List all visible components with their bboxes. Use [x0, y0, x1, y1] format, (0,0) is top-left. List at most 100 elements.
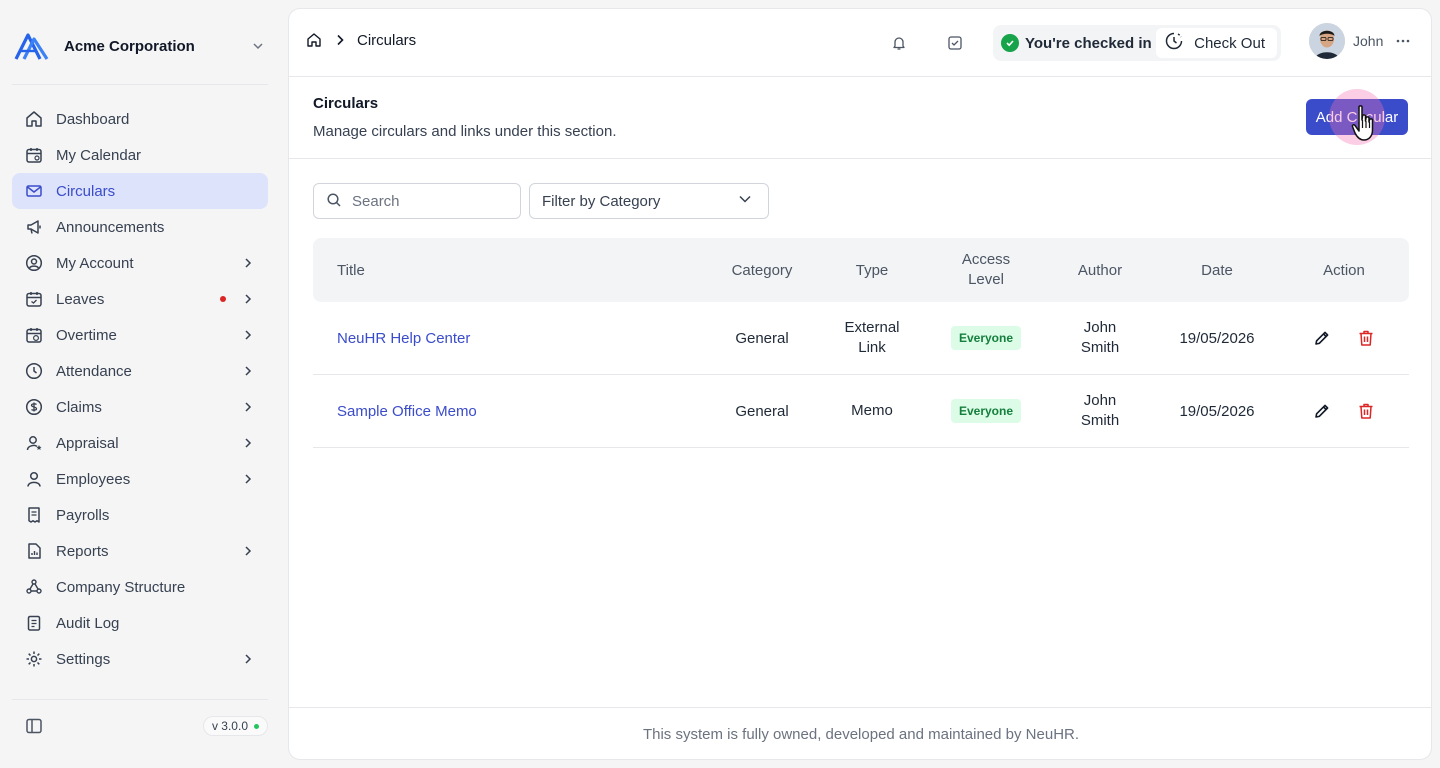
- acme-logo-icon: [12, 26, 52, 66]
- sidebar-divider: [12, 84, 268, 85]
- clipboard-list-icon: [24, 613, 44, 633]
- edit-pencil-icon[interactable]: [1312, 401, 1332, 421]
- user-icon: [24, 469, 44, 489]
- sidebar-item-label: Payrolls: [56, 506, 110, 524]
- type-line2: Link: [858, 339, 886, 356]
- search-icon: [326, 192, 342, 211]
- header-author[interactable]: Author: [1045, 262, 1155, 279]
- circular-title-link[interactable]: Sample Office Memo: [337, 403, 477, 420]
- sidebar-item-overtime[interactable]: Overtime: [12, 317, 268, 353]
- breadcrumb-current: Circulars: [357, 31, 417, 49]
- header-type[interactable]: Type: [817, 262, 927, 279]
- sidebar-item-audit-log[interactable]: Audit Log: [12, 605, 268, 641]
- category-filter-select[interactable]: Filter by Category: [529, 183, 769, 219]
- bell-icon[interactable]: [889, 33, 909, 53]
- sidebar-divider: [12, 699, 268, 700]
- category-cell: General: [735, 402, 789, 420]
- delete-trash-icon[interactable]: [1356, 401, 1376, 421]
- sidebar-item-settings[interactable]: Settings: [12, 641, 268, 677]
- search-input[interactable]: [352, 192, 502, 210]
- sidebar-item-circulars[interactable]: Circulars: [12, 173, 268, 209]
- chevron-down-icon: [738, 192, 752, 210]
- delete-trash-icon[interactable]: [1356, 328, 1376, 348]
- search-box: [313, 183, 521, 219]
- file-chart-icon: [24, 541, 44, 561]
- sidebar-footer: v 3.0.0: [12, 708, 268, 744]
- type-line1: Memo: [851, 402, 893, 419]
- category-filter-label: Filter by Category: [542, 192, 661, 210]
- header-title[interactable]: Title: [313, 262, 707, 279]
- table-row: Sample Office Memo General Memo Everyone…: [313, 375, 1409, 448]
- sidebar-item-label: Overtime: [56, 326, 117, 344]
- category-cell: General: [735, 329, 789, 347]
- sidebar-item-payrolls[interactable]: Payrolls: [12, 497, 268, 533]
- sidebar-item-label: Claims: [56, 398, 102, 416]
- gear-icon: [24, 649, 44, 669]
- sidebar-item-claims[interactable]: Claims: [12, 389, 268, 425]
- access-badge: Everyone: [950, 399, 1022, 423]
- calendar-icon: [24, 145, 44, 165]
- chevron-right-icon: [331, 31, 349, 49]
- date-cell: 19/05/2026: [1179, 402, 1255, 420]
- sidebar: Acme Corporation Dashboard My Calendar C…: [0, 0, 280, 768]
- header-access-line2: Level: [968, 271, 1004, 288]
- add-circular-button[interactable]: Add Circular: [1306, 99, 1408, 135]
- breadcrumb: Circulars: [305, 31, 416, 49]
- action-cell: [1279, 401, 1409, 421]
- attendance-status: You're checked in Check Out: [993, 25, 1281, 61]
- header-date[interactable]: Date: [1155, 262, 1279, 279]
- calendar-clock-icon: [24, 325, 44, 345]
- sidebar-item-company-structure[interactable]: Company Structure: [12, 569, 268, 605]
- check-out-button[interactable]: Check Out: [1156, 28, 1277, 58]
- chevron-right-icon: [240, 327, 256, 343]
- chevron-right-icon: [240, 363, 256, 379]
- notification-dot: [220, 296, 226, 302]
- sidebar-item-label: Leaves: [56, 290, 105, 308]
- sidebar-item-employees[interactable]: Employees: [12, 461, 268, 497]
- page-subtitle: Manage circulars and links under this se…: [313, 123, 617, 140]
- main-panel: Circulars You're checked in Check Out Jo…: [288, 8, 1432, 760]
- sidebar-item-label: Company Structure: [56, 578, 186, 596]
- sidebar-item-my-calendar[interactable]: My Calendar: [12, 137, 268, 173]
- header-category[interactable]: Category: [707, 262, 817, 279]
- clock-icon: [24, 361, 44, 381]
- sidebar-item-label: Dashboard: [56, 110, 130, 128]
- sidebar-item-announcements[interactable]: Announcements: [12, 209, 268, 245]
- page-header: Circulars Manage circulars and links und…: [289, 77, 1431, 159]
- version-text: v 3.0.0: [211, 719, 248, 733]
- sidebar-item-appraisal[interactable]: Appraisal: [12, 425, 268, 461]
- access-cell: Everyone: [927, 326, 1045, 350]
- sidebar-item-label: Attendance: [56, 362, 132, 380]
- chevron-down-icon: [248, 36, 268, 56]
- more-horizontal-icon[interactable]: [1393, 31, 1413, 51]
- user-circle-icon: [24, 253, 44, 273]
- chevron-right-icon: [240, 651, 256, 667]
- home-icon[interactable]: [305, 31, 323, 49]
- mail-icon: [24, 181, 44, 201]
- sidebar-item-label: Appraisal: [56, 434, 119, 452]
- sidebar-item-my-account[interactable]: My Account: [12, 245, 268, 281]
- date-cell: 19/05/2026: [1179, 329, 1255, 347]
- table-row: NeuHR Help Center General External Link …: [313, 302, 1409, 375]
- circular-title-link[interactable]: NeuHR Help Center: [337, 330, 470, 347]
- org-name: Acme Corporation: [64, 37, 195, 55]
- user-menu[interactable]: John: [1309, 23, 1413, 59]
- sidebar-item-label: My Account: [56, 254, 134, 272]
- org-switcher[interactable]: Acme Corporation: [12, 20, 268, 72]
- sidebar-collapse-icon[interactable]: [12, 708, 56, 744]
- sidebar-item-label: Announcements: [56, 218, 165, 236]
- sidebar-item-label: Reports: [56, 542, 109, 560]
- edit-pencil-icon[interactable]: [1312, 328, 1332, 348]
- sidebar-item-dashboard[interactable]: Dashboard: [12, 101, 268, 137]
- user-name: John: [1353, 33, 1384, 49]
- author-line1: John: [1083, 392, 1117, 409]
- header-access-level[interactable]: Access Level: [927, 250, 1045, 290]
- task-checkbox-icon[interactable]: [945, 33, 965, 53]
- chevron-right-icon: [240, 399, 256, 415]
- sidebar-item-attendance[interactable]: Attendance: [12, 353, 268, 389]
- sidebar-item-label: Circulars: [56, 182, 116, 200]
- sidebar-item-reports[interactable]: Reports: [12, 533, 268, 569]
- sidebar-item-leaves[interactable]: Leaves: [12, 281, 268, 317]
- avatar: [1309, 23, 1345, 59]
- page-title: Circulars: [313, 95, 379, 112]
